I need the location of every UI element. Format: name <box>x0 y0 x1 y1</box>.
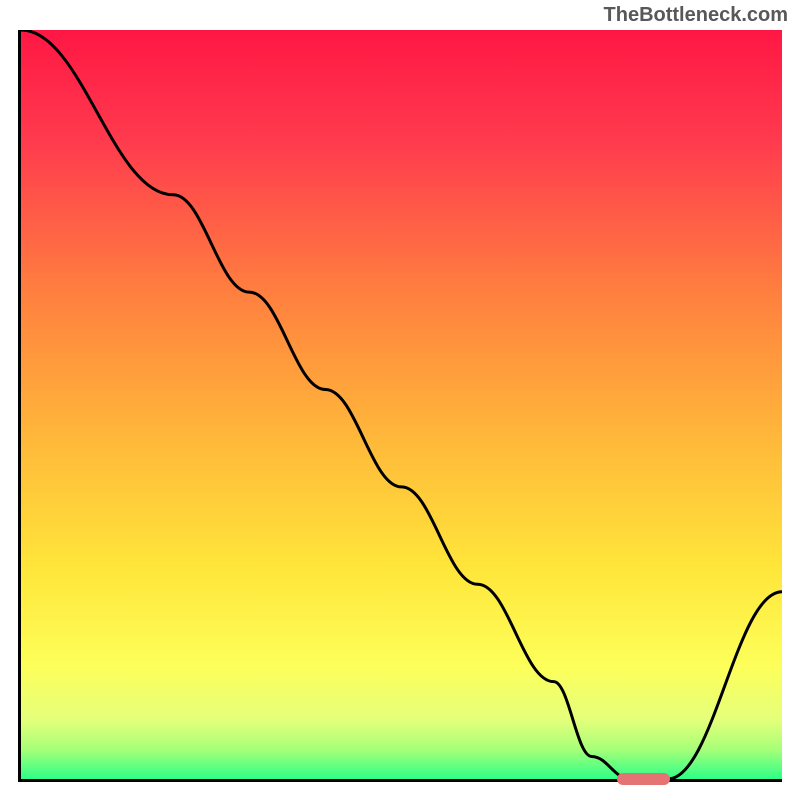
chart-plot-area <box>18 30 782 782</box>
watermark-text: TheBottleneck.com <box>604 4 788 27</box>
gradient-background <box>21 30 782 779</box>
optimal-marker <box>617 773 670 785</box>
